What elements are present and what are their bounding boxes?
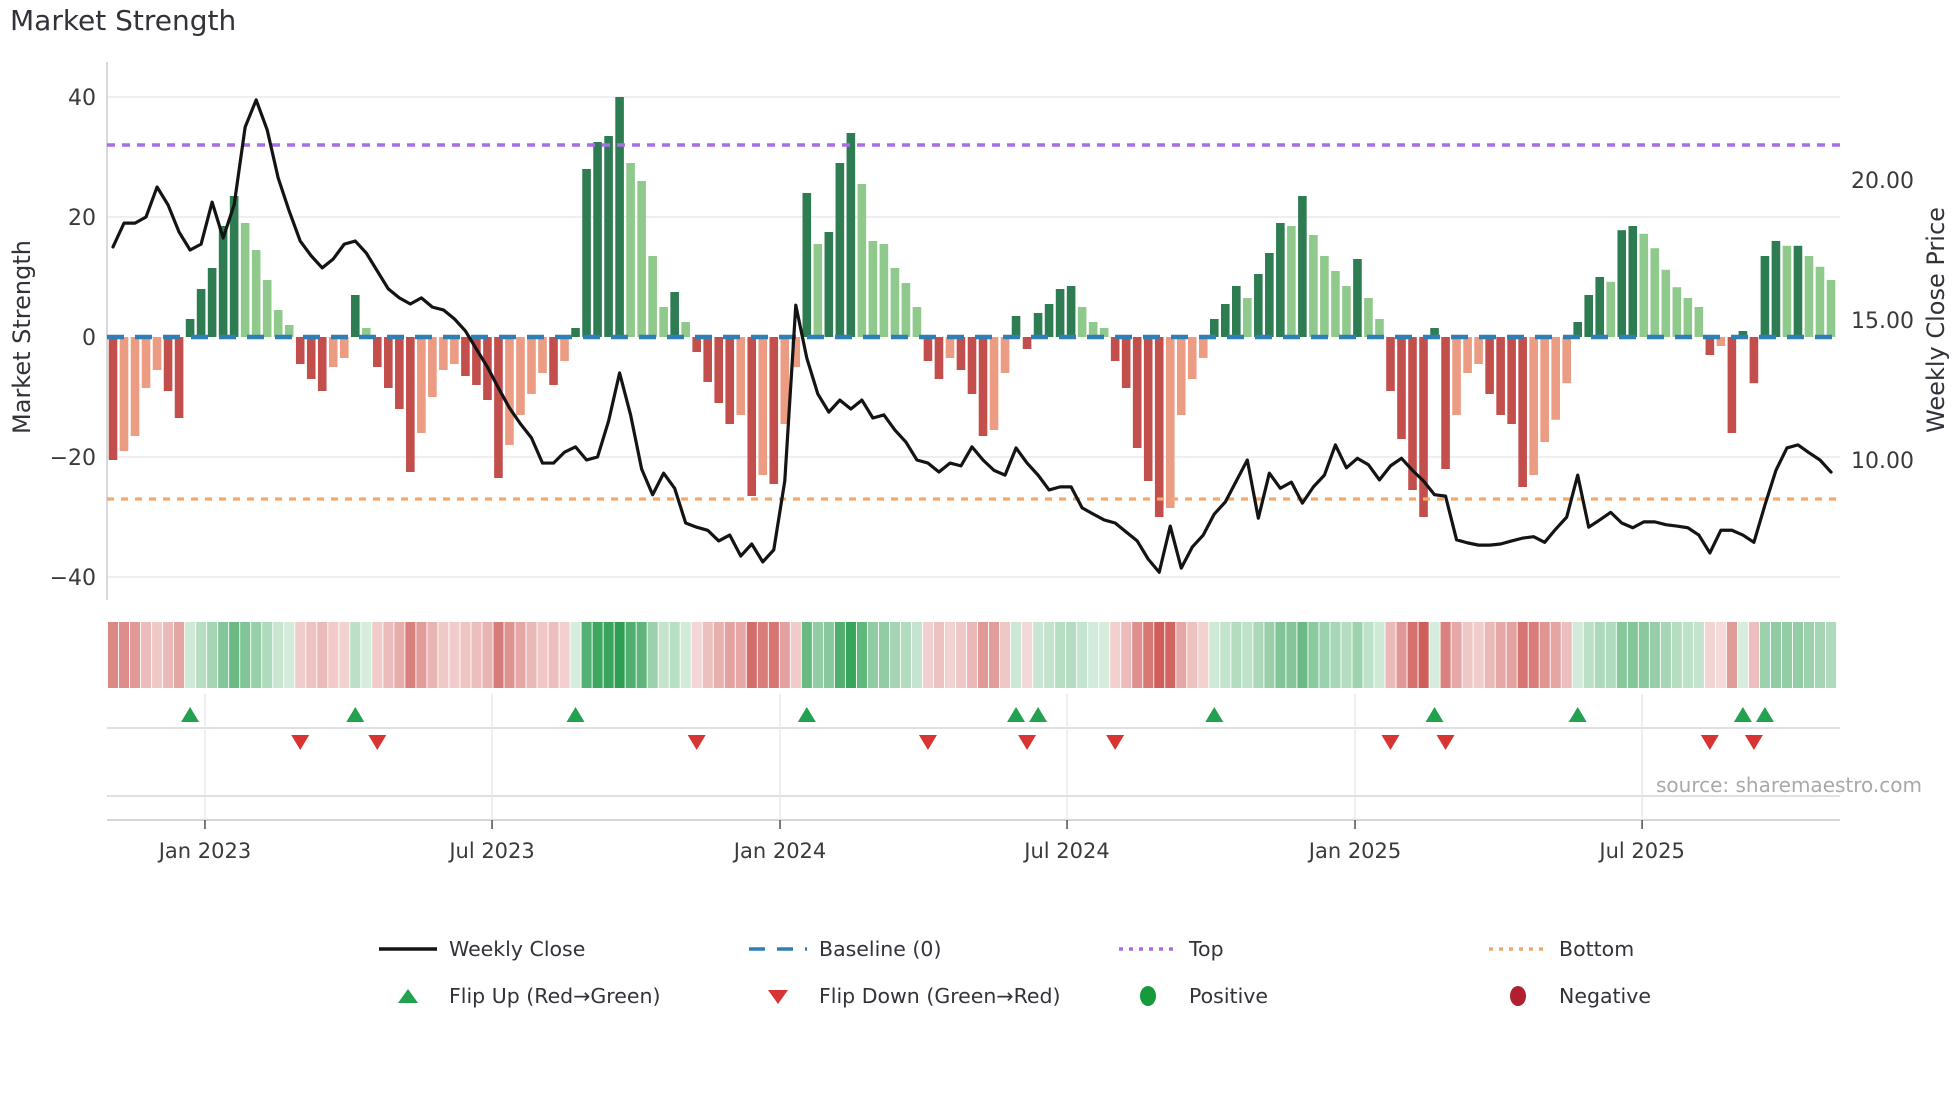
svg-text:0: 0	[82, 326, 96, 351]
negative-dot-icon	[1485, 985, 1551, 1007]
svg-text:Jul 2025: Jul 2025	[1597, 839, 1684, 863]
svg-text:15.00: 15.00	[1851, 309, 1914, 334]
legend-label: Top	[1189, 937, 1224, 961]
market-strength-app: Market Strength 40 20 0 −20 −40 20.00 15.00 10.…	[0, 0, 1960, 1102]
flip-down-triangle-icon	[745, 986, 811, 1006]
legend-item-flip-down: Flip Down (Green→Red)	[745, 979, 1061, 1013]
chart-legend: Weekly Close Baseline (0) Top Bottom Fli…	[0, 924, 1960, 1034]
legend-item-weekly-close: Weekly Close	[375, 932, 585, 966]
strength-bars	[108, 97, 1836, 517]
legend-label: Weekly Close	[449, 937, 586, 961]
flip-down-markers	[291, 735, 1763, 750]
svg-text:20: 20	[68, 206, 96, 231]
svg-text:Jan 2023: Jan 2023	[157, 839, 252, 863]
legend-label: Flip Up (Red→Green)	[449, 984, 661, 1008]
legend-item-negative: Negative	[1485, 979, 1651, 1013]
legend-label: Flip Down (Green→Red)	[819, 984, 1061, 1008]
svg-text:Jul 2024: Jul 2024	[1022, 839, 1109, 863]
svg-text:−20: −20	[50, 446, 96, 471]
svg-text:10.00: 10.00	[1851, 449, 1914, 474]
legend-item-top: Top	[1115, 932, 1224, 966]
legend-item-positive: Positive	[1115, 979, 1268, 1013]
svg-text:Weekly Close Price: Weekly Close Price	[1922, 207, 1950, 433]
flip-up-markers	[181, 707, 1774, 722]
svg-text:Market Strength: Market Strength	[8, 240, 36, 434]
legend-label: Baseline (0)	[819, 937, 942, 961]
legend-label: Negative	[1559, 984, 1651, 1008]
bottom-dotted-icon	[1485, 942, 1551, 956]
legend-item-bottom: Bottom	[1485, 932, 1634, 966]
svg-text:−40: −40	[50, 566, 96, 591]
positive-dot-icon	[1115, 985, 1181, 1007]
svg-text:20.00: 20.00	[1851, 169, 1914, 194]
legend-label: Positive	[1189, 984, 1269, 1008]
svg-text:Jul 2023: Jul 2023	[447, 839, 534, 863]
top-dotted-icon	[1115, 942, 1181, 956]
strength-heatmap-strip	[108, 622, 1837, 688]
legend-label: Bottom	[1559, 937, 1635, 961]
svg-text:Jan 2025: Jan 2025	[1307, 839, 1402, 863]
flip-up-triangle-icon	[375, 986, 441, 1006]
legend-item-flip-up: Flip Up (Red→Green)	[375, 979, 660, 1013]
baseline-dash-icon	[745, 942, 811, 956]
market-strength-chart: 40 20 0 −20 −40 20.00 15.00 10.00 Jan 2023 Jul 20…	[8, 62, 1950, 863]
svg-text:source: sharemaestro.com: source: sharemaestro.com	[1656, 773, 1922, 797]
svg-text:40: 40	[68, 86, 96, 111]
legend-item-baseline: Baseline (0)	[745, 932, 941, 966]
svg-text:Jan 2024: Jan 2024	[732, 839, 827, 863]
weekly-close-line-icon	[375, 942, 441, 956]
